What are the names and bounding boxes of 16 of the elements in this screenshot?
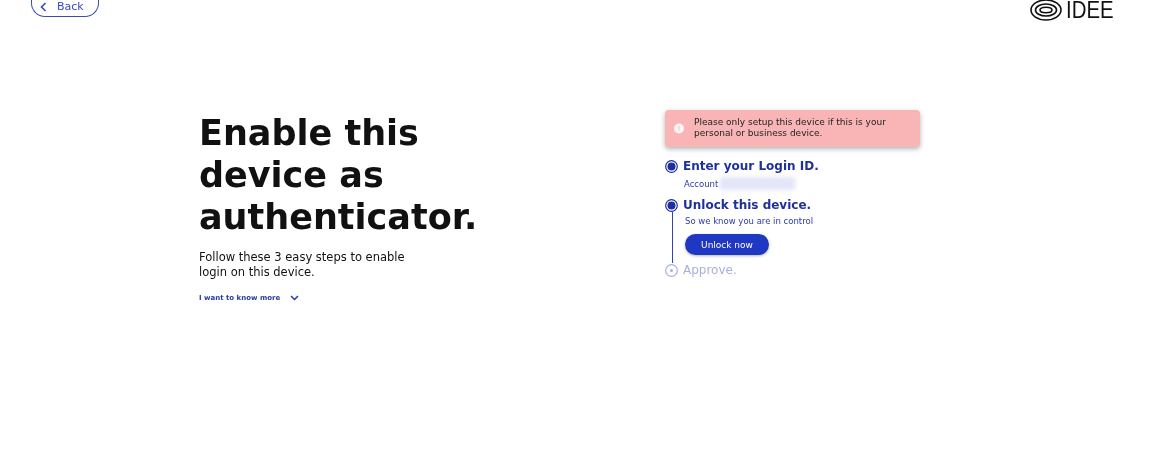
field-label: Account [684,178,719,189]
step-note: So we know you are in control [685,216,815,226]
step-radio-icon [665,159,678,173]
step-title: Unlock this device. [683,198,812,212]
logo-icon [1030,0,1062,22]
step-radio-icon [665,198,678,212]
step-title: Enter your Login ID. [683,159,819,173]
step-title: Approve. [683,263,737,277]
logo-text: IDEE [1066,0,1114,24]
step-radio-icon [665,263,678,277]
chevron-left-icon [40,1,47,12]
back-button[interactable]: Back [31,0,99,17]
alert-text: Please only setup this device if this is your personal or business device. [694,117,887,139]
subtitle: Follow these 3 easy steps to enable login on this device. [199,250,406,280]
unlock-button[interactable]: Unlock now [685,234,769,255]
page-heading: Enable this device as authenticator. [199,112,479,238]
